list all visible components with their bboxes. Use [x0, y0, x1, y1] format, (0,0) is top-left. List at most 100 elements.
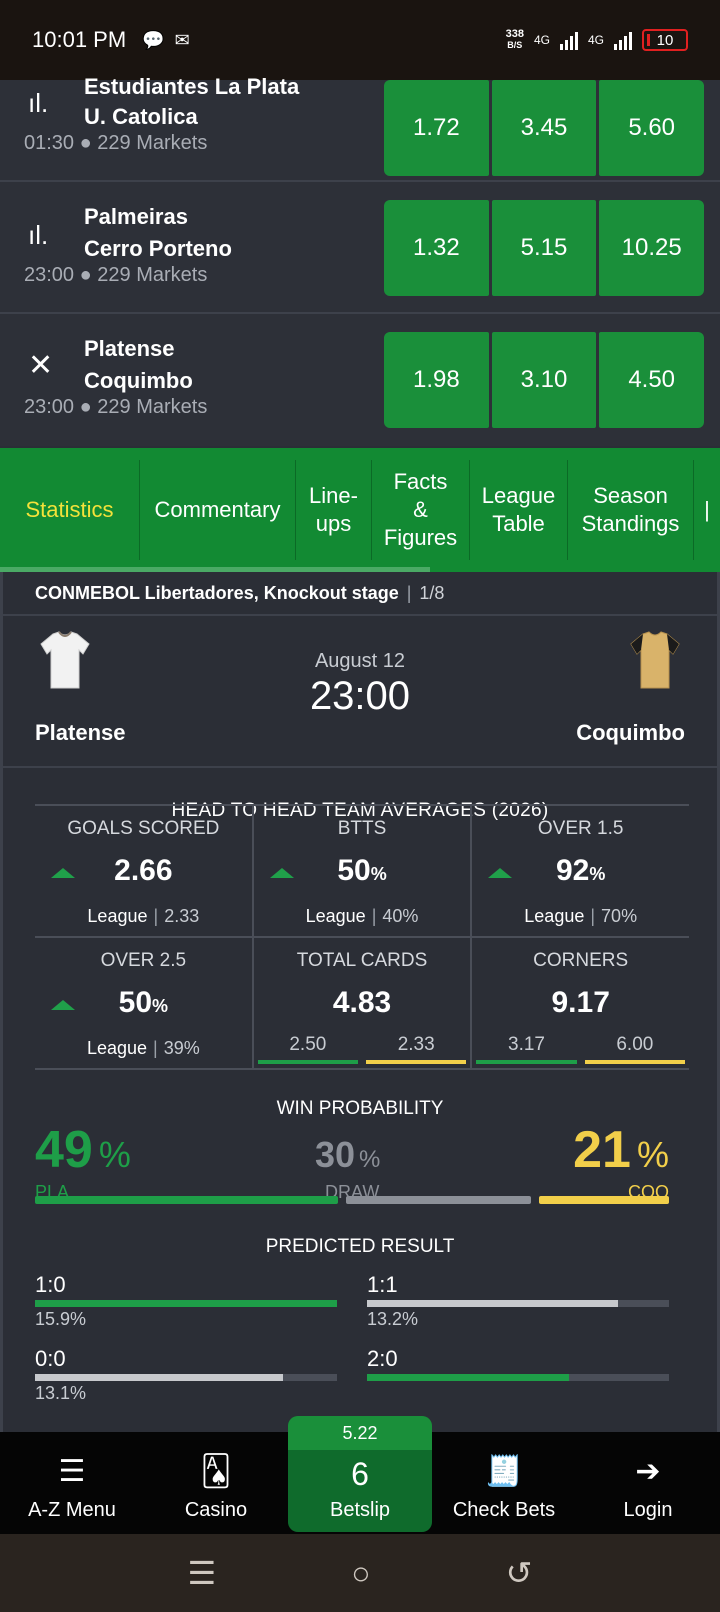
- recents-icon[interactable]: ☰: [188, 1554, 217, 1592]
- battery-icon: 10: [642, 29, 688, 51]
- network-type-1: 4G: [533, 33, 550, 47]
- odd-draw-button[interactable]: 3.45: [491, 80, 597, 176]
- tab-lineups[interactable]: Line-ups: [296, 460, 372, 560]
- away-prob-segment: [539, 1196, 669, 1204]
- clock: 10:01 PM: [32, 27, 127, 52]
- system-nav: ☰ ○ ↺: [0, 1534, 720, 1612]
- odd-away-button[interactable]: 4.50: [599, 332, 705, 428]
- btts-cell: BTTS 50% League | 40%: [254, 806, 473, 936]
- home-icon[interactable]: ○: [351, 1555, 370, 1592]
- match-row[interactable]: ıl. Estudiantes La Plata U. Catolica 01:…: [0, 74, 720, 182]
- signal-icon-2: [614, 30, 632, 50]
- notification-icons: 💬✉: [142, 29, 200, 50]
- back-icon[interactable]: ↺: [506, 1554, 533, 1592]
- over-2-5-cell: OVER 2.5 50% League | 39%: [35, 938, 254, 1068]
- competition-header: CONMEBOL Libertadores, Knockout stage | …: [3, 572, 717, 616]
- predicted-bar-fill: [367, 1300, 618, 1307]
- predicted-score: 1:1: [367, 1272, 398, 1297]
- fixture-date: August 12: [314, 650, 406, 672]
- tab-statistics[interactable]: Statistics: [0, 460, 140, 560]
- odd-home-button[interactable]: 1.98: [384, 332, 489, 428]
- az-menu-button[interactable]: ☰ A-Z Menu: [0, 1432, 144, 1534]
- predicted-result-item: 1:0 15.9%: [35, 1272, 337, 1330]
- predicted-score: 1:0: [35, 1272, 66, 1297]
- network-type-2: 4G: [587, 33, 604, 47]
- competition-stage: 1/8: [419, 582, 445, 603]
- network-speed: 338 B/S: [505, 28, 524, 51]
- match-row[interactable]: ıl. Palmeiras Cerro Porteno 23:00 ● 229 …: [0, 182, 720, 314]
- receipt-icon: 🧾: [485, 1455, 523, 1488]
- tab-commentary[interactable]: Commentary: [140, 460, 296, 560]
- match-meta: 01:30 ● 229 Markets: [24, 132, 208, 154]
- goals-scored-cell: GOALS SCORED 2.66 League | 2.33: [35, 806, 254, 936]
- predicted-result-item: 2:0: [367, 1346, 669, 1383]
- match-row[interactable]: ✕ Platense Coquimbo 23:00 ● 229 Markets …: [0, 314, 720, 446]
- predicted-pct: 15.9%: [35, 1309, 87, 1329]
- odd-away-button[interactable]: 10.25: [599, 200, 705, 296]
- predicted-result-item: 1:1 13.2%: [367, 1272, 669, 1330]
- predicted-result-item: 0:0 13.1%: [35, 1346, 337, 1404]
- away-team: Coquimbo: [84, 368, 193, 393]
- betslip-button[interactable]: 5.22 6 Betslip: [288, 1416, 432, 1532]
- betslip-label: Betslip: [329, 1499, 391, 1521]
- odds-group: 1.98 3.10 4.50: [384, 332, 705, 428]
- check-bets-button[interactable]: 🧾 Check Bets: [432, 1432, 576, 1534]
- away-team: Cerro Porteno: [84, 236, 232, 261]
- corners-cell: CORNERS 9.17 3.17 6.00: [472, 938, 689, 1068]
- predicted-bar-fill: [367, 1374, 570, 1381]
- home-prob-segment: [35, 1196, 338, 1204]
- predicted-bar: [35, 1374, 337, 1381]
- h2h-grid: GOALS SCORED 2.66 League | 2.33 BTTS 50% L…: [35, 804, 689, 1070]
- fixture-time: 23:00: [309, 674, 411, 718]
- predicted-pct: 13.2%: [367, 1309, 419, 1329]
- home-team: Estudiantes La Plata: [84, 74, 300, 99]
- live-stats-icon[interactable]: ıl.: [28, 88, 48, 119]
- tab-more[interactable]: |: [694, 460, 720, 560]
- odd-home-button[interactable]: 1.72: [384, 80, 489, 176]
- login-button[interactable]: ➔ Login: [576, 1432, 720, 1534]
- casino-cards-icon: 🂡: [200, 1455, 232, 1488]
- predicted-bar-fill: [35, 1300, 337, 1307]
- odd-draw-button[interactable]: 5.15: [491, 200, 597, 296]
- draw-prob-segment: [345, 1196, 532, 1204]
- signal-icon: [559, 30, 578, 50]
- away-win-pct: 21%: [573, 1121, 669, 1179]
- home-team: Platense: [84, 336, 175, 361]
- predicted-bar: [35, 1300, 337, 1307]
- predicted-score: 2:0: [367, 1346, 398, 1371]
- close-icon[interactable]: ✕: [28, 348, 53, 383]
- odd-draw-button[interactable]: 3.10: [491, 332, 597, 428]
- status-bar: 10:01 PM 💬✉ 338 B/S 4G 4G 10: [0, 0, 720, 80]
- tab-league-table[interactable]: League Table: [470, 460, 568, 560]
- casino-button[interactable]: 🂡 Casino: [144, 1432, 288, 1534]
- betslip-count: 6: [351, 1456, 369, 1492]
- home-team: Palmeiras: [84, 204, 188, 229]
- cards-away: 2.33: [366, 1034, 467, 1064]
- cards-home: 2.50: [257, 1034, 359, 1064]
- odd-home-button[interactable]: 1.32: [384, 200, 489, 296]
- over-1-5-cell: OVER 1.5 92% League | 70%: [472, 806, 689, 936]
- win-probability-title: WIN PROBABILITY: [276, 1098, 444, 1119]
- total-cards-cell: TOTAL CARDS 4.83 2.50 2.33: [254, 938, 473, 1068]
- predicted-bar: [367, 1374, 669, 1381]
- predicted-pct: 13.1%: [35, 1383, 87, 1403]
- away-team: U. Catolica: [84, 104, 198, 129]
- home-team-name: Platense: [35, 720, 126, 745]
- login-arrow-icon: ➔: [635, 1455, 661, 1488]
- tab-facts-figures[interactable]: Facts & Figures: [372, 460, 470, 560]
- menu-search-icon: ☰: [58, 1455, 86, 1488]
- predicted-result-title: PREDICTED RESULT: [265, 1236, 455, 1257]
- corners-away: 6.00: [584, 1034, 686, 1064]
- odds-group: 1.72 3.45 5.60: [384, 80, 705, 176]
- tab-season-standings[interactable]: Season Standings: [568, 460, 694, 560]
- betslip-odds: 5.22: [288, 1416, 432, 1450]
- odds-group: 1.32 5.15 10.25: [384, 200, 705, 296]
- corners-home: 3.17: [476, 1034, 577, 1064]
- status-icons: 338 B/S 4G 4G 10: [506, 29, 688, 51]
- odd-away-button[interactable]: 5.60: [599, 80, 705, 176]
- win-probability-bar: [35, 1196, 669, 1204]
- fixture-header: August 12 23:00 Platense Coquimbo: [3, 616, 717, 768]
- stats-tabs: Statistics Commentary Line-ups Facts & Fig…: [0, 448, 720, 572]
- home-win-pct: 49%: [35, 1121, 131, 1179]
- live-stats-icon[interactable]: ıl.: [28, 220, 48, 251]
